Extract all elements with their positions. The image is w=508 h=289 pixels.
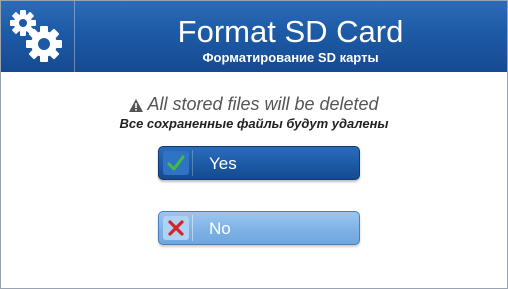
no-button-separator: [192, 215, 193, 241]
gears-icon: [1, 1, 72, 72]
warning-text-ru: Все сохраненные файлы будут удалены: [119, 116, 389, 131]
dialog-subtitle: Форматирование SD карты: [202, 50, 379, 65]
check-icon: [163, 151, 189, 175]
warning-text: All stored files will be deleted: [147, 94, 379, 114]
yes-button-label: Yes: [209, 154, 237, 173]
dialog-window: Format SD Card Форматирование SD карты A…: [0, 0, 508, 289]
dialog-title: Format SD Card: [177, 14, 404, 49]
yes-button-separator: [192, 150, 193, 176]
warning-message: All stored files will be deleted: [1, 94, 507, 116]
no-button-label: No: [209, 219, 231, 238]
cross-icon: [163, 216, 189, 240]
warning-icon: [129, 96, 144, 116]
yes-button[interactable]: Yes: [158, 146, 360, 180]
dialog-header: Format SD Card Форматирование SD карты: [1, 1, 507, 72]
no-button[interactable]: No: [158, 211, 360, 245]
